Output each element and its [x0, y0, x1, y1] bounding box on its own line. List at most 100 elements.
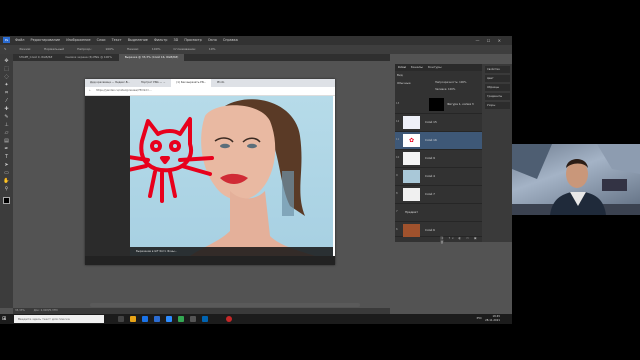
panel-properties[interactable]: Свойства	[485, 66, 510, 73]
windows-start-icon[interactable]: ⊞	[2, 316, 8, 322]
doc-tab[interactable]: Снимок экрана (6).PNG @ 100%	[59, 54, 118, 61]
layer-row[interactable]: 6 Слой 6	[395, 222, 482, 237]
layer-visibility[interactable]: 13	[396, 102, 399, 105]
layer-name: Слой 15	[425, 120, 437, 124]
brush-tool-icon[interactable]: ✎	[4, 47, 7, 51]
address-bar[interactable]: ← https://yandex.ru/video/preview/?filmI…	[85, 87, 335, 96]
taskbar-search[interactable]: Введите здесь текст для поиска	[14, 315, 104, 323]
panel-color[interactable]: Цвет	[485, 75, 510, 82]
smoothing-value[interactable]: 10%	[209, 47, 216, 51]
marquee-tool-icon[interactable]: ⬚	[3, 66, 10, 72]
menu-type[interactable]: Текст	[112, 38, 122, 42]
layers-panel-tabs: Слои Каналы Контуры	[395, 64, 482, 71]
stamp-tool-icon[interactable]: ⊥	[3, 122, 10, 128]
layer-group-name: Предмет	[405, 210, 418, 214]
healing-tool-icon[interactable]: ✚	[3, 106, 10, 112]
tab-channels[interactable]: Каналы	[411, 65, 423, 69]
zoom-level[interactable]: 33,33%	[15, 309, 25, 312]
layer-row-selected[interactable]: 11 ✿ Слой 16	[395, 132, 482, 150]
browser-tab-active[interactable]: (1) Как вырезать PN...	[171, 79, 212, 87]
layer-row[interactable]: 9 Слой 4	[395, 168, 482, 186]
menu-edit[interactable]: Редактирование	[31, 38, 61, 42]
back-arrow-icon[interactable]: ←	[89, 89, 91, 92]
doc-tab-active[interactable]: Вырезка @ 33,3% (Слой 16, RGB/8#)	[118, 54, 185, 61]
zoom-icon[interactable]	[166, 316, 172, 322]
path-select-tool-icon[interactable]: ➤	[3, 162, 10, 168]
menu-window[interactable]: Окно	[208, 38, 217, 42]
edge-icon[interactable]	[142, 316, 148, 322]
mode-label: Режим:	[19, 47, 32, 51]
layer-row[interactable]: 12 Слой 15	[395, 114, 482, 132]
menu-image[interactable]: Изображение	[66, 38, 90, 42]
gradient-tool-icon[interactable]: ▤	[3, 138, 10, 144]
menu-filter[interactable]: Фильтр	[154, 38, 167, 42]
browser-tab[interactable]: Ддд красавица — Яндекс.В...	[85, 79, 135, 87]
magic-wand-tool-icon[interactable]: ✦	[3, 82, 10, 88]
eraser-tool-icon[interactable]: ▱	[3, 130, 10, 136]
explorer-icon[interactable]	[130, 316, 136, 322]
doc-size: Док: 2,91M/5,37M	[33, 309, 58, 312]
layer-action-icons[interactable]: ⛓ fx ◐ ▭ ▣ 🗑	[440, 236, 482, 244]
opacity-value[interactable]: 100%	[105, 47, 114, 51]
tab-paths[interactable]: Контуры	[428, 65, 442, 69]
video-left-panel	[85, 96, 130, 256]
layer-visibility[interactable]: 6	[396, 228, 398, 231]
panel-swatches[interactable]: Образцы	[485, 84, 510, 91]
doc-tab[interactable]: SHAPE_Слой 0, RGB/8#	[13, 54, 58, 61]
layer-visibility[interactable]: 10	[396, 156, 399, 159]
language-indicator[interactable]: РУС	[477, 316, 482, 320]
fill-field[interactable]: Заливка: 100%	[435, 88, 455, 91]
type-tool-icon[interactable]: T	[3, 154, 10, 160]
flow-label: Нажим:	[126, 47, 139, 51]
eyedropper-tool-icon[interactable]: ⁄	[3, 98, 10, 104]
layer-visibility[interactable]: 12	[396, 120, 399, 123]
horizontal-scrollbar[interactable]	[90, 303, 360, 307]
shape-tool-icon[interactable]: ▭	[3, 170, 10, 176]
brush-tool-icon[interactable]: ✎	[3, 114, 10, 120]
layer-row[interactable]: 8 Слой 7	[395, 186, 482, 204]
foreground-color-swatch[interactable]	[3, 197, 10, 204]
word-icon[interactable]	[202, 316, 208, 322]
panel-patterns[interactable]: Узоры	[485, 102, 510, 109]
pen-tool-icon[interactable]: ✒	[3, 146, 10, 152]
app-icon[interactable]	[190, 316, 196, 322]
crop-tool-icon[interactable]: ⌗	[3, 90, 10, 96]
layer-visibility[interactable]: 7	[396, 210, 398, 213]
menu-select[interactable]: Выделение	[128, 38, 148, 42]
layer-filter[interactable]: Вид	[397, 73, 403, 77]
layer-visibility[interactable]: 9	[396, 174, 398, 177]
panel-gradients[interactable]: Градиенты	[485, 93, 510, 100]
flow-value[interactable]: 100%	[152, 47, 161, 51]
address-text: https://yandex.ru/video/preview/?filmId=…	[96, 89, 152, 92]
menu-3d[interactable]: 3D	[173, 38, 178, 42]
yandex-icon[interactable]	[226, 316, 232, 322]
blend-mode-select[interactable]: Обычные	[397, 81, 411, 85]
layer-visibility[interactable]: 11	[396, 138, 399, 141]
chrome-icon[interactable]	[178, 316, 184, 322]
layer-row[interactable]: 10 Слой 9	[395, 150, 482, 168]
task-view-icon[interactable]	[118, 316, 124, 322]
layer-row[interactable]: 7 Предмет	[395, 204, 482, 222]
photoshop-taskbar-icon[interactable]	[154, 316, 160, 322]
menu-view[interactable]: Просмотр	[184, 38, 201, 42]
menu-layers[interactable]: Слои	[97, 38, 106, 42]
move-tool-icon[interactable]: ✥	[3, 58, 10, 64]
hand-tool-icon[interactable]: ✋	[3, 178, 10, 184]
menu-file[interactable]: Файл	[15, 38, 24, 42]
opacity-field[interactable]: Непрозрачность: 100%	[435, 81, 467, 84]
lasso-tool-icon[interactable]: ◌	[3, 74, 10, 80]
window-controls[interactable]: — ☐ ✕	[476, 36, 504, 45]
layer-name: Слой 9	[425, 156, 435, 160]
document-canvas[interactable]: Ддд красавица — Яндекс.В... Портрет PNG …	[85, 79, 335, 265]
menu-help[interactable]: Справка	[223, 38, 238, 42]
mode-select[interactable]: Нормальный	[44, 47, 64, 51]
browser-tab-strip: Ддд красавица — Яндекс.В... Портрет PNG …	[85, 79, 335, 87]
layer-visibility[interactable]: 8	[396, 192, 398, 195]
layer-row[interactable]: 13 Фигура 1, копия 3	[395, 96, 482, 114]
tab-layers[interactable]: Слои	[398, 65, 406, 69]
zoom-tool-icon[interactable]: ⚲	[3, 186, 10, 192]
browser-tab[interactable]: Photo	[212, 79, 229, 87]
taskbar-clock[interactable]: 18:45 28.11.2021	[485, 315, 500, 323]
browser-tab[interactable]: Портрет PNG — ...	[136, 79, 171, 87]
layer-name: Слой 7	[425, 192, 435, 196]
